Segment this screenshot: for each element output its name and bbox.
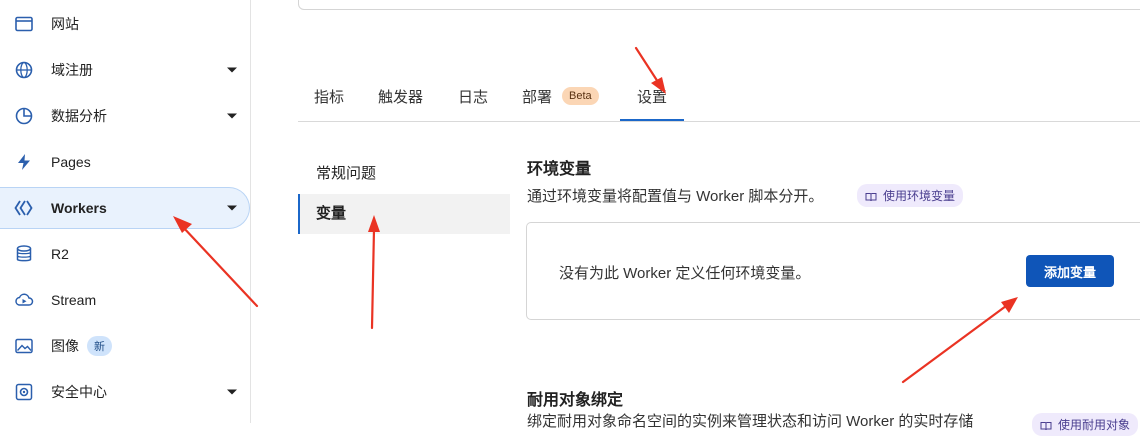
env-doc-link[interactable]: 使用环境变量 [857,184,964,207]
sidebar-item-security-center[interactable]: 安全中心 [0,371,250,413]
sidebar-item-label: 图像 [51,338,79,354]
chevron-down-icon[interactable] [227,113,237,119]
chevron-down-icon[interactable] [227,389,237,395]
sidebar-item-pages[interactable]: Pages [0,141,250,183]
chevron-down-icon[interactable] [227,205,237,211]
sidebar-item-domain-registration[interactable]: 域注册 [0,49,250,91]
image-icon [14,336,34,356]
tab-deployments[interactable]: 部署 [522,77,552,121]
book-icon [1040,420,1052,430]
durable-section-description: 绑定耐用对象命名空间的实例来管理状态和访问 Worker 的实时存储 [527,413,974,430]
sidebar-item-label: 域注册 [51,62,93,78]
sidebar-item-websites[interactable]: 网站 [0,3,250,45]
lightning-icon [14,152,34,172]
sidebar-item-label: R2 [51,246,69,262]
subnav-variables[interactable]: 变量 [298,194,510,234]
tab-settings[interactable]: 设置 [620,77,684,121]
browser-window-icon [14,14,34,34]
cloud-play-icon [14,290,34,310]
sidebar-item-stream[interactable]: Stream [0,279,250,321]
env-empty-text: 没有为此 Worker 定义任何环境变量。 [559,265,811,282]
tab-logs[interactable]: 日志 [458,77,488,121]
new-badge: 新 [87,336,112,356]
sidebar-item-label: 数据分析 [51,108,107,124]
sidebar-item-label: 网站 [51,16,79,32]
durable-doc-link-label: 使用耐用对象 [1058,418,1131,432]
sidebar-item-r2[interactable]: R2 [0,233,250,275]
chevron-down-icon[interactable] [227,67,237,73]
env-section-title: 环境变量 [527,161,592,178]
database-icon [14,244,34,264]
sidebar-item-label: Workers [51,200,107,216]
pie-chart-icon [14,106,34,126]
globe-icon [14,60,34,80]
tab-bar: 指标 触发器 日志 部署 设置 [298,77,1140,122]
sidebar-item-label: Stream [51,292,97,308]
sidebar-item-images[interactable]: 图像 新 [0,325,250,367]
tab-triggers[interactable]: 触发器 [378,77,423,121]
workers-diamond-icon [14,198,34,218]
sidebar-item-label: 安全中心 [51,384,107,400]
beta-badge: Beta [562,87,599,105]
add-variable-button[interactable]: 添加变量 [1026,255,1114,287]
sidebar-item-analytics[interactable]: 数据分析 [0,95,250,137]
subnav-general[interactable]: 常规问题 [298,154,510,194]
sidebar-item-workers[interactable]: Workers [0,187,250,229]
durable-doc-link[interactable]: 使用耐用对象 [1032,413,1139,436]
sidebar-item-label: Pages [51,154,91,170]
top-card [298,0,1140,10]
book-icon [865,191,877,201]
env-section-description: 通过环境变量将配置值与 Worker 脚本分开。 [527,188,824,205]
durable-section-title: 耐用对象绑定 [527,392,624,409]
tab-metrics[interactable]: 指标 [314,77,344,121]
sidebar: 网站 域注册 数据分析 Pages Workers R2 Stream 图像 新… [0,0,251,423]
gear-shield-icon [14,382,34,402]
env-doc-link-label: 使用环境变量 [883,189,956,203]
